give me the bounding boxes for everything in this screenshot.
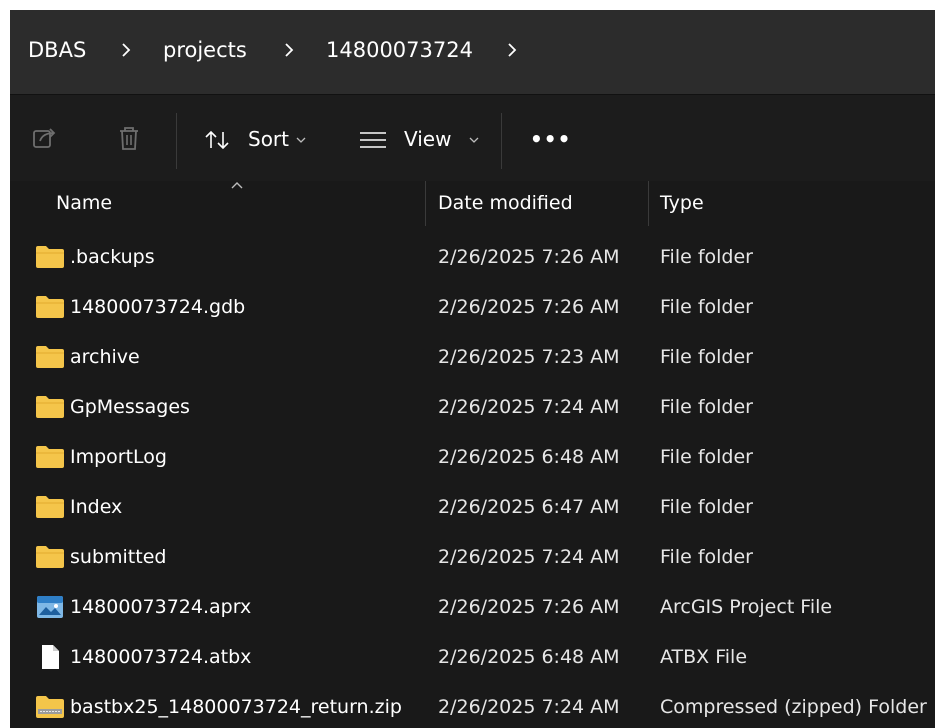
file-name: bastbx25_14800073724_return.zip xyxy=(70,696,402,718)
file-type: File folder xyxy=(660,496,753,518)
file-date-modified: 2/26/2025 7:23 AM xyxy=(438,346,620,368)
more-options-button[interactable]: ••• xyxy=(530,122,571,158)
column-divider[interactable] xyxy=(425,181,426,226)
file-date-modified: 2/26/2025 7:24 AM xyxy=(438,696,620,718)
chevron-down-icon xyxy=(296,137,306,143)
file-name: 14800073724.aprx xyxy=(70,596,252,618)
list-item[interactable]: archive 2/26/2025 7:23 AM File folder xyxy=(10,332,935,382)
list-item[interactable]: bastbx25_14800073724_return.zip 2/26/202… xyxy=(10,682,935,728)
trash-icon[interactable] xyxy=(114,123,144,153)
breadcrumb-item-projects[interactable]: projects xyxy=(163,37,247,63)
file-name: Index xyxy=(70,496,123,518)
breadcrumb-item-dbas[interactable]: DBAS xyxy=(28,37,86,63)
file-name: 14800073724.atbx xyxy=(70,646,252,668)
file-type: ATBX File xyxy=(660,646,748,668)
list-item[interactable]: submitted 2/26/2025 7:24 AM File folder xyxy=(10,532,935,582)
list-item[interactable]: 14800073724.atbx 2/26/2025 6:48 AM ATBX … xyxy=(10,632,935,682)
list-item[interactable]: Index 2/26/2025 6:47 AM File folder xyxy=(10,482,935,532)
file-explorer-window: DBAS projects 14800073724 Sort View ••• … xyxy=(10,10,935,728)
file-type: ArcGIS Project File xyxy=(660,596,833,618)
folder-icon xyxy=(36,546,64,568)
folder-icon xyxy=(36,346,64,368)
list-item[interactable]: 14800073724.gdb 2/26/2025 7:26 AM File f… xyxy=(10,282,935,332)
column-header-row: Name Date modified Type xyxy=(10,181,935,226)
chevron-right-icon xyxy=(122,43,131,57)
column-header-name[interactable]: Name xyxy=(56,192,112,214)
column-header-date-modified[interactable]: Date modified xyxy=(438,192,573,214)
column-divider[interactable] xyxy=(648,181,649,226)
toolbar-divider xyxy=(176,113,177,169)
file-name: submitted xyxy=(70,546,167,568)
file-date-modified: 2/26/2025 7:26 AM xyxy=(438,296,620,318)
file-date-modified: 2/26/2025 7:26 AM xyxy=(438,596,620,618)
file-type: Compressed (zipped) Folder xyxy=(660,696,927,718)
file-date-modified: 2/26/2025 7:24 AM xyxy=(438,396,620,418)
list-item[interactable]: GpMessages 2/26/2025 7:24 AM File folder xyxy=(10,382,935,432)
chevron-right-icon xyxy=(285,43,294,57)
view-lines-icon xyxy=(360,132,386,148)
file-type: File folder xyxy=(660,346,753,368)
sort-ascending-caret-icon xyxy=(231,182,243,189)
column-header-type[interactable]: Type xyxy=(660,192,704,214)
list-item[interactable]: ImportLog 2/26/2025 6:48 AM File folder xyxy=(10,432,935,482)
share-icon[interactable] xyxy=(30,123,60,153)
folder-icon xyxy=(36,446,64,468)
sort-label: Sort xyxy=(248,127,289,151)
file-type: File folder xyxy=(660,546,753,568)
zip-folder-icon xyxy=(36,696,64,718)
file-name: 14800073724.gdb xyxy=(70,296,246,318)
file-type: File folder xyxy=(660,246,753,268)
file-name: archive xyxy=(70,346,140,368)
chevron-right-icon[interactable] xyxy=(504,38,520,62)
file-name: .backups xyxy=(70,246,155,268)
folder-icon xyxy=(36,396,64,418)
file-date-modified: 2/26/2025 7:24 AM xyxy=(438,546,620,568)
list-item[interactable]: .backups 2/26/2025 7:26 AM File folder xyxy=(10,232,935,282)
folder-icon xyxy=(36,246,64,268)
file-date-modified: 2/26/2025 7:26 AM xyxy=(438,246,620,268)
file-name: GpMessages xyxy=(70,396,190,418)
command-bar: Sort View ••• xyxy=(10,94,935,182)
file-type: File folder xyxy=(660,296,753,318)
breadcrumb: DBAS projects 14800073724 xyxy=(10,10,935,94)
file-type: File folder xyxy=(660,396,753,418)
sort-arrows-icon xyxy=(205,130,229,150)
file-date-modified: 2/26/2025 6:47 AM xyxy=(438,496,620,518)
folder-icon xyxy=(36,296,64,318)
breadcrumb-item-current-folder[interactable]: 14800073724 xyxy=(326,37,473,63)
file-date-modified: 2/26/2025 6:48 AM xyxy=(438,446,620,468)
view-label: View xyxy=(404,127,452,151)
toolbar-divider xyxy=(501,113,502,169)
chevron-down-icon xyxy=(469,137,479,143)
arcgis-project-icon xyxy=(37,596,63,618)
file-name: ImportLog xyxy=(70,446,167,468)
file-date-modified: 2/26/2025 6:48 AM xyxy=(438,646,620,668)
folder-icon xyxy=(36,496,64,518)
document-icon xyxy=(42,645,59,669)
list-item[interactable]: 14800073724.aprx 2/26/2025 7:26 AM ArcGI… xyxy=(10,582,935,632)
file-type: File folder xyxy=(660,446,753,468)
